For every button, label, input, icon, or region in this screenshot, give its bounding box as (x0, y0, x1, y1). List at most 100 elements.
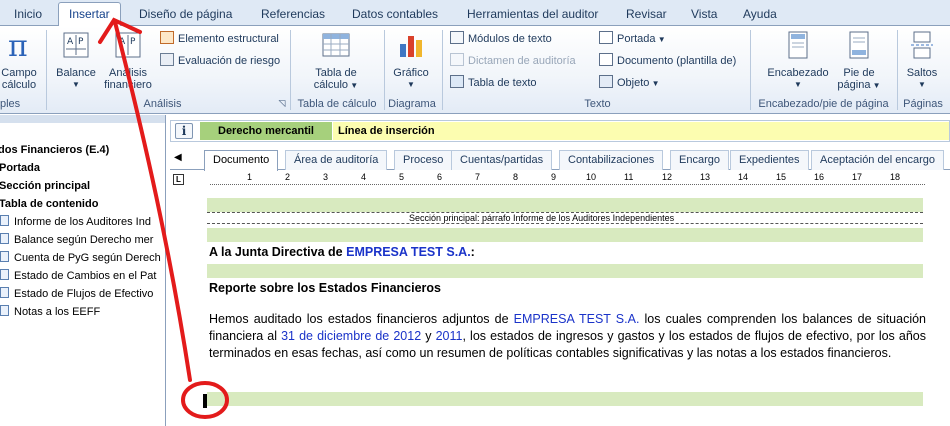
svg-text:A: A (67, 37, 74, 47)
chart-icon (400, 36, 422, 57)
analisis-label: Análisis financiero (104, 67, 152, 91)
structure-icon (160, 31, 174, 44)
table-icon (322, 33, 350, 57)
encabezado-button[interactable]: Encabezado ▼ (762, 30, 834, 91)
info-icon[interactable]: i (175, 123, 193, 139)
document-icon (0, 269, 9, 280)
analisis-financiero-button[interactable]: A P Análisis financiero (100, 30, 156, 91)
nav-item-notas[interactable]: Notas a los EEFF (0, 304, 100, 320)
balance-button[interactable]: A P Balance ▼ (54, 30, 98, 91)
group-label-partial: ples (0, 98, 21, 110)
grafico-button[interactable]: Gráfico ▼ (388, 30, 434, 91)
area-label: Derecho mercantil (200, 122, 332, 140)
tab-vista[interactable]: Vista (691, 5, 717, 25)
nav-item-portada[interactable]: Portada (0, 160, 40, 176)
insertion-bar[interactable] (207, 392, 923, 406)
nav-item-tabla-contenido[interactable]: Tabla de contenido (0, 196, 98, 212)
group-label-tabla-calculo: Tabla de cálculo (297, 98, 377, 110)
doc-tab-aceptacion-encargo[interactable]: Aceptación del encargo (811, 150, 944, 170)
saltos-label: Saltos (906, 67, 938, 79)
document-icon (599, 53, 613, 66)
documento-plantilla-button[interactable]: Documento (plantilla de) (599, 53, 736, 69)
tab-datos-contables[interactable]: Datos contables (352, 5, 438, 25)
insertion-info-bar: i Derecho mercantil Línea de inserción (170, 120, 950, 142)
nav-item-seccion-principal[interactable]: Sección principal (0, 178, 90, 194)
date-field[interactable]: 31 de diciembre de 2012 (281, 329, 421, 343)
navigation-pane: dos Financieros (E.4) Portada Sección pr… (0, 115, 166, 426)
tab-diseno-pagina[interactable]: Diseño de página (139, 5, 232, 25)
pie-label: Pie de página ▼ (837, 67, 881, 91)
saltos-button[interactable]: Saltos ▼ (900, 30, 944, 91)
company-field[interactable]: EMPRESA TEST S.A. (514, 312, 640, 326)
grafico-label: Gráfico (393, 67, 429, 79)
evaluacion-riesgo-button[interactable]: Evaluación de riesgo (160, 53, 280, 69)
balance-label: Balance (56, 67, 96, 79)
svg-text:A: A (119, 37, 126, 47)
tab-ayuda[interactable]: Ayuda (743, 5, 777, 25)
text-table-icon (450, 75, 464, 88)
document-icon (0, 251, 9, 262)
section-divider: Sección principal: párrafo Informe de lo… (207, 212, 923, 224)
doc-tab-contabilizaciones[interactable]: Contabilizaciones (559, 150, 664, 170)
risk-icon (160, 53, 174, 66)
group-label-diagrama: Diagrama (388, 98, 436, 110)
doc-tab-encargo[interactable]: Encargo (670, 150, 729, 170)
objeto-button[interactable]: Objeto ▼ (599, 75, 660, 91)
group-label-paginas: Páginas (903, 98, 943, 110)
doc-tab-expedientes[interactable]: Expedientes (730, 150, 809, 170)
nav-item-flujos-efectivo[interactable]: Estado de Flujos de Efectivo (0, 286, 153, 302)
tab-referencias[interactable]: Referencias (261, 5, 325, 25)
modulos-texto-button[interactable]: Módulos de texto (450, 31, 552, 47)
footer-icon (849, 31, 869, 59)
svg-text:P: P (78, 37, 84, 47)
document-area: i Derecho mercantil Línea de inserción ◀… (167, 115, 950, 426)
ruler-track: 1 2 3 4 5 6 7 8 9 10 11 12 13 14 15 16 1… (210, 172, 925, 185)
nav-item-cuenta-pyg[interactable]: Cuenta de PyG según Derech (0, 250, 161, 266)
tab-herramientas-auditor[interactable]: Herramientas del auditor (467, 5, 598, 25)
nav-item-balance[interactable]: Balance según Derecho mer (0, 232, 153, 248)
tab-inicio[interactable]: Inicio (14, 5, 42, 25)
ribbon-tab-bar: Inicio Insertar Diseño de página Referen… (0, 0, 950, 27)
tab-stop-icon[interactable]: L (173, 174, 184, 185)
dialog-launcher-icon[interactable]: ◹ (277, 98, 287, 109)
portada-button[interactable]: Portada ▼ (599, 31, 666, 47)
cover-page-icon (599, 31, 613, 44)
tabla-calculo-button[interactable]: Tabla de cálculo ▼ (296, 30, 376, 92)
pie-pagina-button[interactable]: Pie de página ▼ (834, 30, 884, 92)
insertion-bar[interactable] (207, 228, 923, 242)
tab-revisar[interactable]: Revisar (626, 5, 667, 25)
insertion-bar[interactable] (207, 264, 923, 278)
tabla-texto-button[interactable]: Tabla de texto (450, 75, 537, 91)
horizontal-ruler[interactable]: L 1 2 3 4 5 6 7 8 9 10 11 12 13 14 15 16… (170, 172, 950, 187)
analisis-icon: A P (115, 32, 141, 58)
elemento-estructural-button[interactable]: Elemento estructural (160, 31, 279, 47)
campo-calculo-button[interactable]: π Campo cálculo (0, 29, 44, 91)
group-label-encabezado: Encabezado/pie de página (758, 98, 889, 110)
doc-tab-documento[interactable]: Documento (204, 150, 279, 171)
doc-tab-area-auditoria[interactable]: Área de auditoría (285, 150, 388, 170)
doc-tab-proceso[interactable]: Proceso (394, 150, 453, 170)
company-field[interactable]: EMPRESA TEST S.A. (346, 245, 471, 259)
doc-tab-cuentas-partidas[interactable]: Cuentas/partidas (451, 150, 553, 170)
nav-item-estado-cambios[interactable]: Estado de Cambios en el Pat (0, 268, 156, 284)
greeting-line: A la Junta Directiva de EMPRESA TEST S.A… (209, 245, 475, 259)
dictamen-auditoria-button[interactable]: Dictamen de auditoría (450, 53, 576, 69)
page-break-icon (911, 31, 933, 59)
tabla-calculo-label: Tabla de cálculo ▼ (313, 67, 359, 91)
tab-scroll-left-icon[interactable]: ◀ (174, 152, 182, 163)
nav-item-informe[interactable]: Informe de los Auditores Ind (0, 214, 151, 230)
pi-icon: π (8, 29, 28, 64)
document-tab-bar: ◀ Documento Área de auditoría Proceso Cu… (170, 148, 950, 171)
nav-item-estados[interactable]: dos Financieros (E.4) (0, 142, 109, 158)
header-icon (788, 31, 808, 59)
campo-calculo-label: Campo cálculo (1, 67, 37, 91)
nav-scrollbar[interactable] (0, 115, 165, 123)
document-page[interactable]: Sección principal: párrafo Informe de lo… (197, 192, 947, 426)
year-field[interactable]: 2011 (436, 329, 463, 343)
document-icon (0, 215, 9, 226)
insertion-bar[interactable] (207, 198, 923, 212)
document-icon (0, 287, 9, 298)
tab-insertar[interactable]: Insertar (58, 2, 121, 27)
document-icon (0, 233, 9, 244)
insertion-line-label: Línea de inserción (333, 122, 949, 140)
